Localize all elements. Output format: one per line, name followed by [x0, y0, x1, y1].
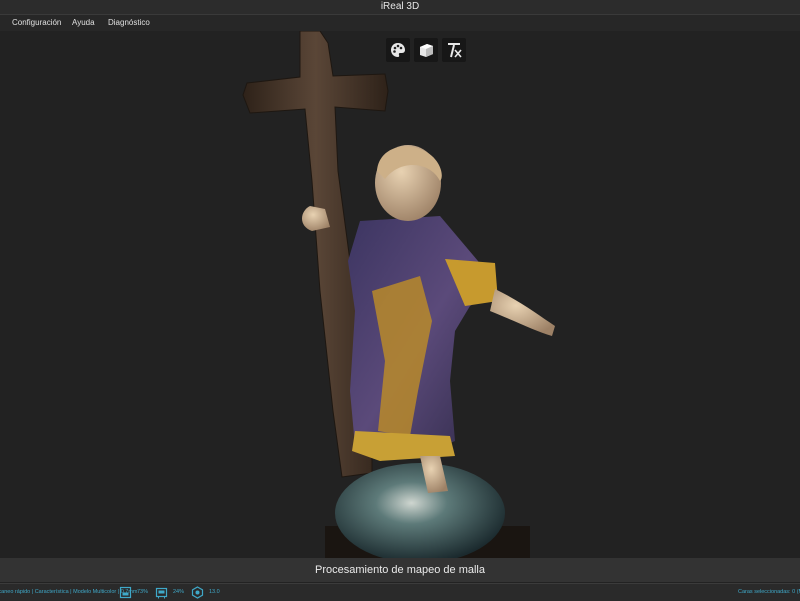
3d-viewport[interactable] — [0, 31, 800, 558]
palette-icon — [391, 43, 405, 57]
texture-toggle-button[interactable] — [386, 38, 410, 62]
3d-model-render[interactable] — [0, 31, 800, 558]
scan-mode-text: Escaneo rápido | Característica | Modelo… — [0, 589, 138, 595]
window-title: iReal 3D — [380, 1, 420, 12]
solid-view-button[interactable] — [414, 38, 438, 62]
menu-ayuda[interactable]: Ayuda — [72, 15, 95, 31]
storage-value: 73% — [137, 589, 149, 595]
clear-texture-button[interactable] — [442, 38, 466, 62]
processing-status-message: Procesamiento de mapeo de malla — [0, 558, 800, 582]
clear-formatting-icon — [448, 43, 462, 58]
bottom-status-bar: Escaneo rápido | Característica | Modelo… — [0, 583, 800, 601]
fps-value: 13.0 — [209, 589, 220, 595]
selected-faces-text: Caras seleccionadas: 0 (M — [738, 589, 800, 595]
menu-diagnostico[interactable]: Diagnóstico — [108, 15, 150, 31]
memory-icon — [155, 587, 168, 599]
menu-bar: Configuración Ayuda Diagnóstico — [0, 15, 800, 31]
memory-value: 24% — [173, 589, 185, 595]
menu-configuracion[interactable]: Configuración — [12, 15, 61, 31]
fps-icon — [191, 586, 204, 599]
viewport-toolbar — [386, 38, 466, 62]
storage-icon — [119, 586, 132, 599]
cube-icon — [420, 44, 433, 57]
window-title-bar: iReal 3D — [0, 0, 800, 15]
